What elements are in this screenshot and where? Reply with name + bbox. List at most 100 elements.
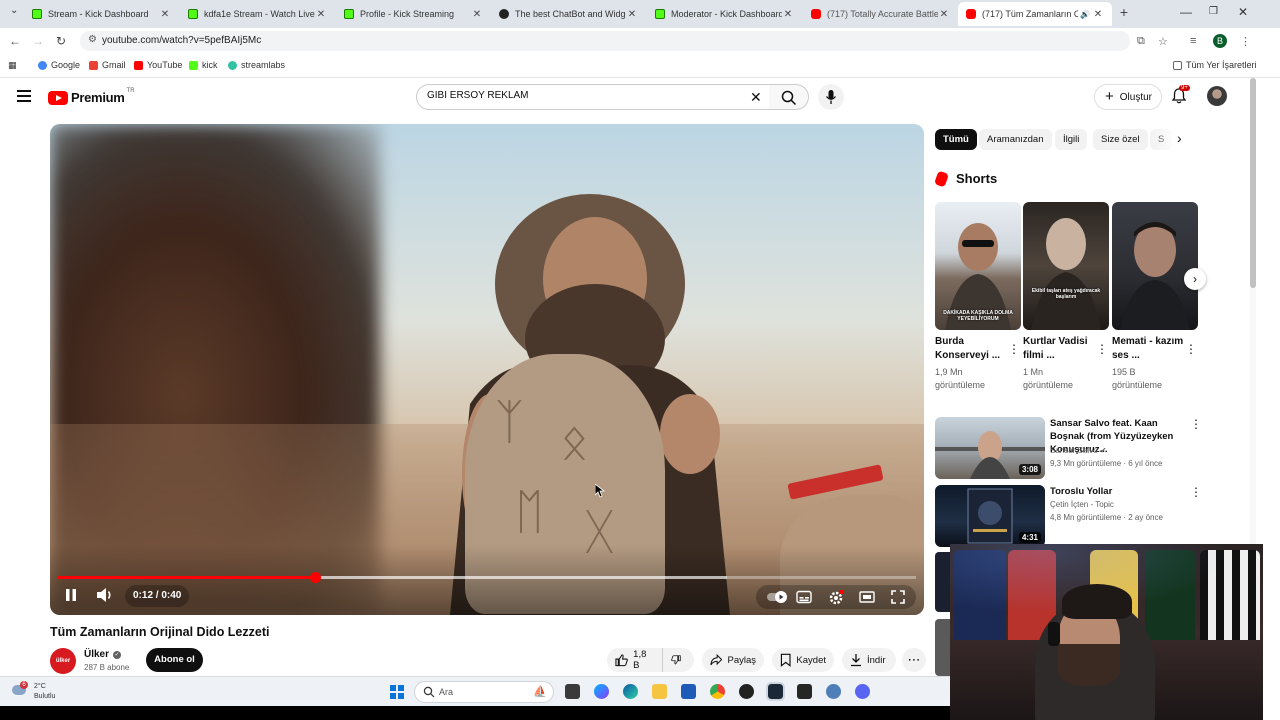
short-thumbnail[interactable] (1112, 202, 1198, 330)
settings-gear-icon[interactable] (828, 590, 844, 606)
clear-search-icon[interactable]: ✕ (750, 89, 762, 106)
channel-avatar[interactable]: ülker (50, 648, 76, 674)
share-button[interactable]: Paylaş (702, 648, 764, 672)
more-vert-icon[interactable]: ⋮ (1190, 417, 1202, 431)
all-bookmarks[interactable]: Tüm Yer İşaretleri (1173, 60, 1257, 70)
tab-search-icon[interactable]: ⌄ (10, 5, 18, 16)
bookmark-star-icon[interactable]: ☆ (1158, 35, 1168, 48)
video-title-link[interactable]: Toroslu Yollar (1050, 485, 1188, 498)
new-tab-icon[interactable]: + (1117, 4, 1131, 20)
video-player[interactable]: ᛉ ᛟ ᛖ ᚷ 0:12 / 0:40 (50, 124, 924, 615)
theater-mode-icon[interactable] (859, 590, 875, 604)
create-button[interactable]: + Oluştur (1094, 84, 1162, 110)
apps-grid-icon[interactable]: ▦ (8, 60, 17, 71)
minimize-icon[interactable]: — (1180, 5, 1192, 19)
close-tab-icon[interactable]: ✕ (626, 9, 638, 20)
dislike-button[interactable] (662, 648, 694, 672)
pause-icon[interactable] (64, 587, 78, 603)
search-button[interactable] (769, 84, 809, 110)
close-tab-icon[interactable]: ✕ (315, 9, 327, 20)
volume-icon[interactable] (96, 587, 114, 603)
subtitles-icon[interactable] (796, 590, 812, 604)
recommended-video[interactable]: 3:08 Sansar Salvo feat. Kaan Boşnak (fro… (935, 417, 1202, 479)
chip-related[interactable]: İlgili (1055, 129, 1088, 150)
subscribe-button[interactable]: Abone ol (146, 648, 203, 672)
bookmark-youtube[interactable]: YouTube (134, 60, 182, 70)
account-avatar[interactable] (1207, 86, 1227, 106)
bookmark-streamlabs[interactable]: streamlabs (228, 60, 285, 70)
chip-all[interactable]: Tümü (935, 129, 977, 150)
close-tab-icon[interactable]: ✕ (159, 9, 171, 20)
save-button[interactable]: Kaydet (772, 648, 834, 672)
more-actions-button[interactable]: ⋯ (902, 648, 926, 672)
windows-start-icon[interactable] (390, 685, 404, 699)
more-vert-icon[interactable]: ⋮ (1190, 485, 1202, 499)
browser-menu-icon[interactable]: ⋮ (1240, 35, 1251, 48)
file-explorer-icon[interactable] (652, 684, 667, 699)
obs-icon[interactable] (739, 684, 754, 699)
chip-for-you[interactable]: Size özel (1093, 129, 1148, 150)
discord-icon[interactable] (855, 684, 870, 699)
install-app-icon[interactable]: ⧉ (1137, 35, 1145, 48)
audio-playing-icon[interactable]: 🔊 (1078, 10, 1092, 19)
browser-tab[interactable]: (717) Totally Accurate Battle Si ✕ (803, 2, 958, 26)
channel-name[interactable]: Ülker ✓ (84, 649, 122, 660)
download-button[interactable]: İndir (842, 648, 896, 672)
close-tab-icon[interactable]: ✕ (782, 9, 794, 20)
copilot-icon[interactable] (594, 684, 609, 699)
forward-icon[interactable]: → (31, 34, 45, 48)
maximize-icon[interactable]: ❐ (1209, 6, 1218, 17)
voice-search-button[interactable] (818, 84, 844, 110)
chip-from-search[interactable]: Aramanızdan (979, 129, 1052, 150)
like-button[interactable]: 1,8 B (607, 648, 662, 672)
recommended-video[interactable]: 4:31 Toroslu Yollar Çetin İçten - Topic … (935, 485, 1202, 547)
short-title[interactable]: Memati - kazım ses ... (1112, 335, 1188, 363)
browser-tab[interactable]: The best ChatBot and Widgets ✕ (491, 2, 646, 26)
close-window-icon[interactable]: ✕ (1238, 5, 1248, 19)
settings-icon[interactable] (826, 684, 841, 699)
short-card[interactable]: DAKİKADA KAŞIKLA DOLMA YEYEBİLİYORUM Bur… (935, 202, 1021, 392)
short-card[interactable]: Ekibil taşları ateş yağdıracak başlarım … (1023, 202, 1109, 392)
short-thumbnail[interactable]: Ekibil taşları ateş yağdıracak başlarım (1023, 202, 1109, 330)
more-vert-icon[interactable]: ⋮ (1185, 342, 1197, 356)
reload-icon[interactable]: ↻ (54, 34, 68, 48)
video-thumbnail[interactable]: 3:08 (935, 417, 1045, 479)
bookmark-kick[interactable]: kick (189, 60, 218, 70)
site-info-icon[interactable]: ⚙ (88, 34, 97, 45)
short-title[interactable]: Kurtlar Vadisi filmi ... (1023, 335, 1099, 363)
video-channel[interactable]: Çetin İçten - Topic (1050, 500, 1114, 509)
task-view-icon[interactable] (565, 684, 580, 699)
short-thumbnail[interactable]: DAKİKADA KAŞIKLA DOLMA YEYEBİLİYORUM (935, 202, 1021, 330)
more-vert-icon[interactable]: ⋮ (1096, 342, 1108, 356)
shorts-next-button[interactable]: › (1184, 268, 1206, 290)
chevron-right-icon[interactable]: › (1177, 130, 1182, 146)
bookmark-google[interactable]: Google (38, 60, 80, 70)
video-channel[interactable]: Sansar Salvo ✔ (1050, 446, 1107, 455)
youtube-premium-logo[interactable]: Premium TR (48, 88, 135, 105)
menu-icon[interactable] (17, 90, 31, 102)
edge-icon[interactable] (623, 684, 638, 699)
store-icon[interactable] (681, 684, 696, 699)
browser-tab[interactable]: Moderator - Kick Dashboard ✕ (647, 2, 802, 26)
video-thumbnail[interactable]: 4:31 (935, 485, 1045, 547)
app-icon[interactable] (797, 684, 812, 699)
browser-tab[interactable]: Profile - Kick Streaming ✕ (336, 2, 491, 26)
autoplay-toggle-icon[interactable] (766, 590, 788, 604)
address-bar[interactable]: ⚙ youtube.com/watch?v=5pefBAIj5Mc (80, 31, 1130, 51)
profile-avatar[interactable]: B (1213, 34, 1227, 48)
short-card[interactable]: Memati - kazım ses ... 195 B görüntüleme… (1112, 202, 1198, 392)
notifications-button[interactable]: 9+ (1171, 85, 1190, 109)
more-vert-icon[interactable]: ⋮ (1008, 342, 1020, 356)
close-tab-icon[interactable]: ✕ (471, 9, 483, 20)
video-progress-bar[interactable] (58, 572, 916, 583)
taskbar-search[interactable]: Ara ⛵ (414, 681, 554, 703)
browser-tab[interactable]: kdfa1e Stream - Watch Live on ✕ (180, 2, 335, 26)
bookmark-gmail[interactable]: Gmail (89, 60, 126, 70)
browser-tab-active[interactable]: (717) Tüm Zamanların Orijin🔊✕ (958, 2, 1112, 26)
media-controls-icon[interactable]: ≡ (1190, 35, 1196, 47)
steam-icon[interactable] (766, 682, 785, 701)
search-input[interactable] (427, 90, 727, 101)
scrollbar-thumb[interactable] (1250, 78, 1256, 288)
fullscreen-icon[interactable] (891, 590, 905, 604)
browser-tab[interactable]: Stream - Kick Dashboard ✕ (24, 2, 179, 26)
